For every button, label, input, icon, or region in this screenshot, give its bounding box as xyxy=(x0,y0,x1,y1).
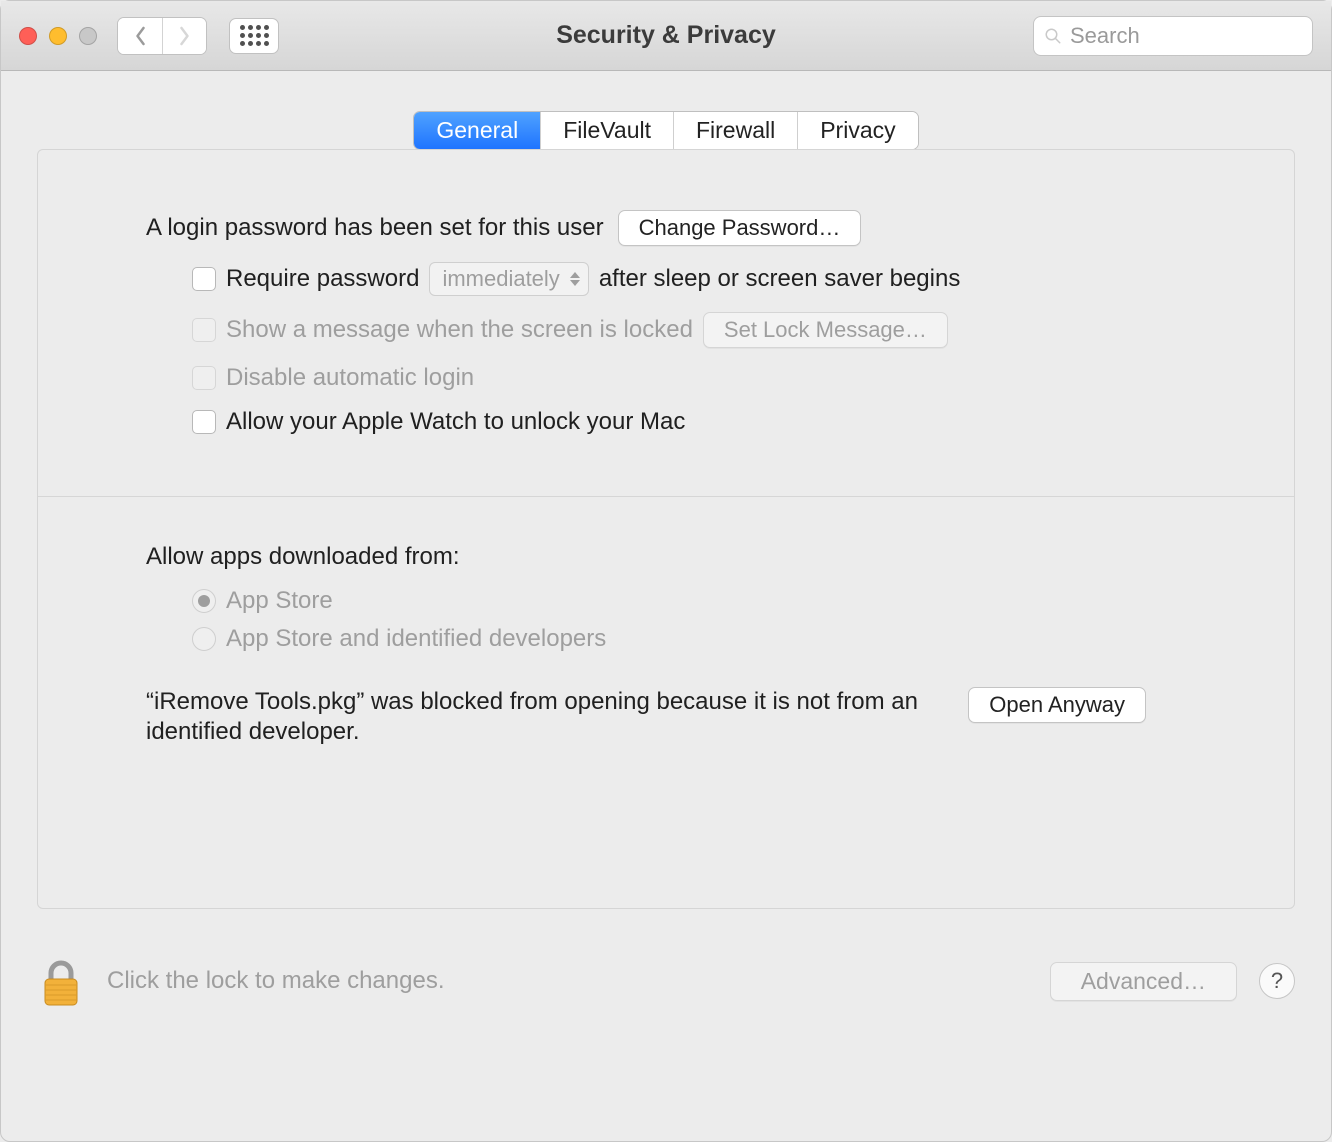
help-icon: ? xyxy=(1271,968,1283,994)
tab-filevault[interactable]: FileVault xyxy=(540,112,673,149)
apple-watch-unlock-checkbox[interactable] xyxy=(192,410,216,434)
help-button[interactable]: ? xyxy=(1259,963,1295,999)
apple-watch-unlock-label: Allow your Apple Watch to unlock your Ma… xyxy=(226,408,685,436)
change-password-button[interactable]: Change Password… xyxy=(618,210,862,246)
blocked-app-message: “iRemove Tools.pkg” was blocked from ope… xyxy=(146,687,938,747)
search-input[interactable] xyxy=(1070,23,1302,49)
require-password-delay-value: immediately xyxy=(442,266,559,292)
zoom-window-button[interactable] xyxy=(79,27,97,45)
forward-button[interactable] xyxy=(162,18,206,54)
advanced-button: Advanced… xyxy=(1050,962,1237,1001)
disable-auto-login-checkbox xyxy=(192,366,216,390)
window-titlebar: Security & Privacy xyxy=(1,1,1331,71)
radio-app-store xyxy=(192,589,216,613)
section-divider xyxy=(38,496,1294,497)
close-window-button[interactable] xyxy=(19,27,37,45)
footer: Click the lock to make changes. Advanced… xyxy=(1,939,1331,1039)
search-icon xyxy=(1044,26,1062,46)
tab-bar: General FileVault Firewall Privacy xyxy=(413,111,918,150)
set-lock-message-button: Set Lock Message… xyxy=(703,312,948,348)
chevron-left-icon xyxy=(134,26,147,46)
window-controls xyxy=(19,27,97,45)
stepper-icon xyxy=(570,272,580,286)
back-button[interactable] xyxy=(118,18,162,54)
general-panel: A login password has been set for this u… xyxy=(37,149,1295,909)
tab-general[interactable]: General xyxy=(414,112,540,149)
search-field[interactable] xyxy=(1033,16,1313,56)
radio-app-store-identified xyxy=(192,627,216,651)
require-password-delay-select[interactable]: immediately xyxy=(429,262,588,296)
require-password-suffix: after sleep or screen saver begins xyxy=(599,265,961,293)
show-lock-message-label: Show a message when the screen is locked xyxy=(226,316,693,344)
tab-privacy[interactable]: Privacy xyxy=(797,112,917,149)
disable-auto-login-label: Disable automatic login xyxy=(226,364,474,392)
require-password-label: Require password xyxy=(226,265,419,293)
chevron-right-icon xyxy=(178,26,191,46)
radio-app-store-identified-label: App Store and identified developers xyxy=(226,625,606,653)
show-lock-message-checkbox xyxy=(192,318,216,342)
show-all-button[interactable] xyxy=(229,18,279,54)
grid-icon xyxy=(240,25,269,46)
lock-button[interactable] xyxy=(37,953,85,1009)
lock-icon xyxy=(39,957,83,1009)
tab-firewall[interactable]: Firewall xyxy=(673,112,797,149)
radio-app-store-label: App Store xyxy=(226,587,333,615)
login-password-text: A login password has been set for this u… xyxy=(146,214,604,242)
nav-buttons xyxy=(117,17,207,55)
minimize-window-button[interactable] xyxy=(49,27,67,45)
lock-hint-text: Click the lock to make changes. xyxy=(107,967,445,995)
open-anyway-button[interactable]: Open Anyway xyxy=(968,687,1146,723)
allow-apps-heading: Allow apps downloaded from: xyxy=(146,543,1234,571)
require-password-checkbox[interactable] xyxy=(192,267,216,291)
